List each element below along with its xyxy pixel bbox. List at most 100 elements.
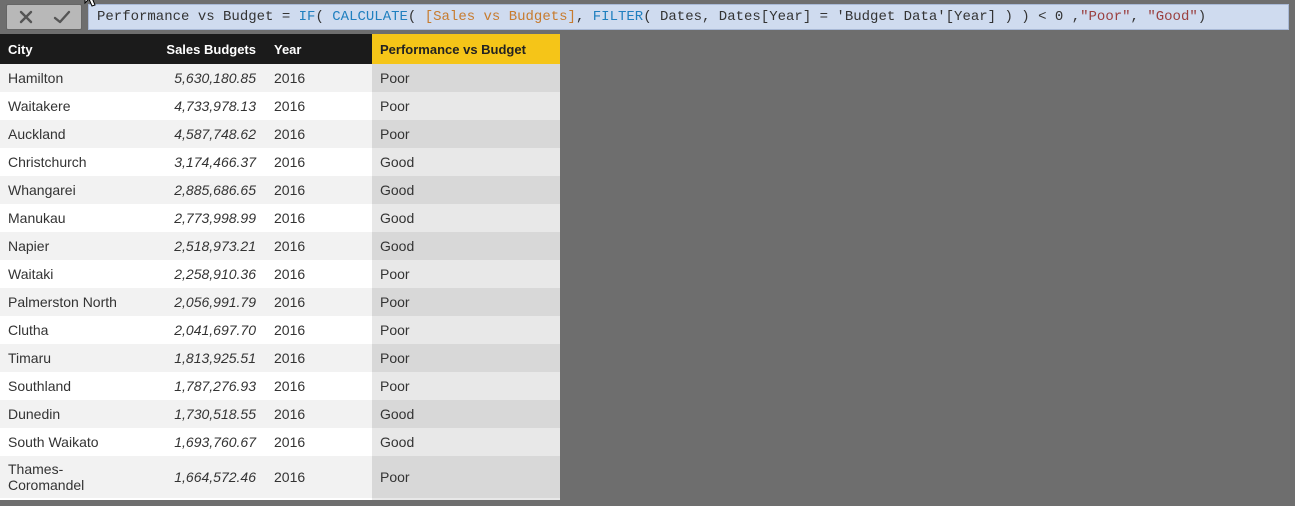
- formula-token: "Good": [1147, 9, 1197, 25]
- table-row[interactable]: Waitaki2,258,910.362016Poor: [0, 260, 560, 288]
- cell-year[interactable]: 2016: [266, 344, 372, 372]
- cell-perf[interactable]: Good: [372, 428, 560, 456]
- table-row[interactable]: Dunedin1,730,518.552016Good: [0, 400, 560, 428]
- table-row[interactable]: Christchurch3,174,466.372016Good: [0, 148, 560, 176]
- table-row[interactable]: Palmerston North2,056,991.792016Poor: [0, 288, 560, 316]
- cell-perf[interactable]: Good: [372, 148, 560, 176]
- cell-city[interactable]: Auckland: [0, 120, 146, 148]
- cell-sales[interactable]: 3,174,466.37: [146, 148, 266, 176]
- cell-city[interactable]: South Waikato: [0, 428, 146, 456]
- commit-button[interactable]: [47, 6, 77, 28]
- cell-perf[interactable]: Good: [372, 204, 560, 232]
- table-row[interactable]: Timaru1,813,925.512016Poor: [0, 344, 560, 372]
- cell-city[interactable]: Clutha: [0, 316, 146, 344]
- cell-perf[interactable]: Good: [372, 400, 560, 428]
- cell-sales[interactable]: 1,693,760.67: [146, 428, 266, 456]
- cell-year[interactable]: 2016: [266, 232, 372, 260]
- cell-sales[interactable]: 4,587,748.62: [146, 120, 266, 148]
- col-header-year[interactable]: Year: [266, 34, 372, 64]
- cell-year[interactable]: 2016: [266, 400, 372, 428]
- formula-token: Performance vs Budget: [97, 9, 282, 25]
- cell-year[interactable]: 2016: [266, 120, 372, 148]
- cell-sales[interactable]: 2,885,686.65: [146, 176, 266, 204]
- cell-year[interactable]: 2016: [266, 204, 372, 232]
- cell-city[interactable]: Palmerston North: [0, 288, 146, 316]
- cell-sales[interactable]: 1,813,925.51: [146, 344, 266, 372]
- cell-sales[interactable]: 2,773,998.99: [146, 204, 266, 232]
- cell-perf[interactable]: Poor: [372, 64, 560, 92]
- table-row[interactable]: Thames-Coromandel1,664,572.462016Poor: [0, 456, 560, 498]
- cell-city[interactable]: North Shore: [0, 498, 146, 500]
- formula-bar-row: Performance vs Budget = IF( CALCULATE( […: [0, 0, 1295, 34]
- cell-perf[interactable]: Poor: [372, 456, 560, 498]
- cell-city[interactable]: Hamilton: [0, 64, 146, 92]
- cell-year[interactable]: 2016: [266, 92, 372, 120]
- formula-token: [1046, 9, 1054, 25]
- formula-token: ): [1198, 9, 1206, 25]
- cell-perf[interactable]: Poor: [372, 288, 560, 316]
- table-row[interactable]: Southland1,787,276.932016Poor: [0, 372, 560, 400]
- cell-perf[interactable]: Poor: [372, 344, 560, 372]
- cell-year[interactable]: 2016: [266, 260, 372, 288]
- cell-sales[interactable]: 5,630,180.85: [146, 64, 266, 92]
- cell-city[interactable]: Waitakere: [0, 92, 146, 120]
- table-row[interactable]: Manukau2,773,998.992016Good: [0, 204, 560, 232]
- cell-perf[interactable]: Poor: [372, 260, 560, 288]
- cell-year[interactable]: 2016: [266, 428, 372, 456]
- cell-year[interactable]: 2016: [266, 498, 372, 500]
- table-row[interactable]: Waitakere4,733,978.132016Poor: [0, 92, 560, 120]
- cell-perf[interactable]: Good: [372, 176, 560, 204]
- col-header-sales[interactable]: Sales Budgets: [146, 34, 266, 64]
- cell-sales[interactable]: 1,664,572.46: [146, 456, 266, 498]
- cell-year[interactable]: 2016: [266, 64, 372, 92]
- table-row[interactable]: Napier2,518,973.212016Good: [0, 232, 560, 260]
- cell-sales[interactable]: 4,733,978.13: [146, 92, 266, 120]
- cell-sales[interactable]: 1,583,881.01: [146, 498, 266, 500]
- cell-sales[interactable]: 1,730,518.55: [146, 400, 266, 428]
- cell-city[interactable]: Thames-Coromandel: [0, 456, 146, 498]
- formula-token: 'Budget Data'[Year] ) ): [828, 9, 1038, 25]
- cell-perf[interactable]: Poor: [372, 372, 560, 400]
- col-header-city[interactable]: City: [0, 34, 146, 64]
- cell-perf[interactable]: Good: [372, 498, 560, 500]
- table-row[interactable]: South Waikato1,693,760.672016Good: [0, 428, 560, 456]
- cell-sales[interactable]: 2,258,910.36: [146, 260, 266, 288]
- cell-year[interactable]: 2016: [266, 148, 372, 176]
- cell-city[interactable]: Manukau: [0, 204, 146, 232]
- table-row[interactable]: Auckland4,587,748.622016Poor: [0, 120, 560, 148]
- formula-input[interactable]: Performance vs Budget = IF( CALCULATE( […: [88, 4, 1289, 30]
- cell-year[interactable]: 2016: [266, 372, 372, 400]
- formula-token: <: [1038, 9, 1046, 25]
- table-row[interactable]: Whangarei2,885,686.652016Good: [0, 176, 560, 204]
- data-table: City Sales Budgets Year Performance vs B…: [0, 34, 560, 500]
- cell-perf[interactable]: Good: [372, 232, 560, 260]
- cell-perf[interactable]: Poor: [372, 120, 560, 148]
- cell-sales[interactable]: 2,041,697.70: [146, 316, 266, 344]
- cell-perf[interactable]: Poor: [372, 316, 560, 344]
- table-row[interactable]: Hamilton5,630,180.852016Poor: [0, 64, 560, 92]
- cell-year[interactable]: 2016: [266, 456, 372, 498]
- cell-city[interactable]: Whangarei: [0, 176, 146, 204]
- cell-year[interactable]: 2016: [266, 176, 372, 204]
- cell-sales[interactable]: 1,787,276.93: [146, 372, 266, 400]
- cell-sales[interactable]: 2,056,991.79: [146, 288, 266, 316]
- cell-city[interactable]: Christchurch: [0, 148, 146, 176]
- cancel-button[interactable]: [11, 6, 41, 28]
- cell-perf[interactable]: Poor: [372, 92, 560, 120]
- cell-city[interactable]: Napier: [0, 232, 146, 260]
- formula-token: [290, 9, 298, 25]
- cell-year[interactable]: 2016: [266, 316, 372, 344]
- formula-token: ,: [1063, 9, 1080, 25]
- cell-city[interactable]: Timaru: [0, 344, 146, 372]
- formula-token: "Poor": [1080, 9, 1130, 25]
- table-row[interactable]: Clutha2,041,697.702016Poor: [0, 316, 560, 344]
- cell-city[interactable]: Waitaki: [0, 260, 146, 288]
- cell-year[interactable]: 2016: [266, 288, 372, 316]
- cell-sales[interactable]: 2,518,973.21: [146, 232, 266, 260]
- col-header-perf[interactable]: Performance vs Budget: [372, 34, 560, 64]
- formula-token: (: [408, 9, 425, 25]
- formula-token: FILTER: [593, 9, 643, 25]
- cell-city[interactable]: Dunedin: [0, 400, 146, 428]
- cell-city[interactable]: Southland: [0, 372, 146, 400]
- table-row[interactable]: North Shore1,583,881.012016Good: [0, 498, 560, 500]
